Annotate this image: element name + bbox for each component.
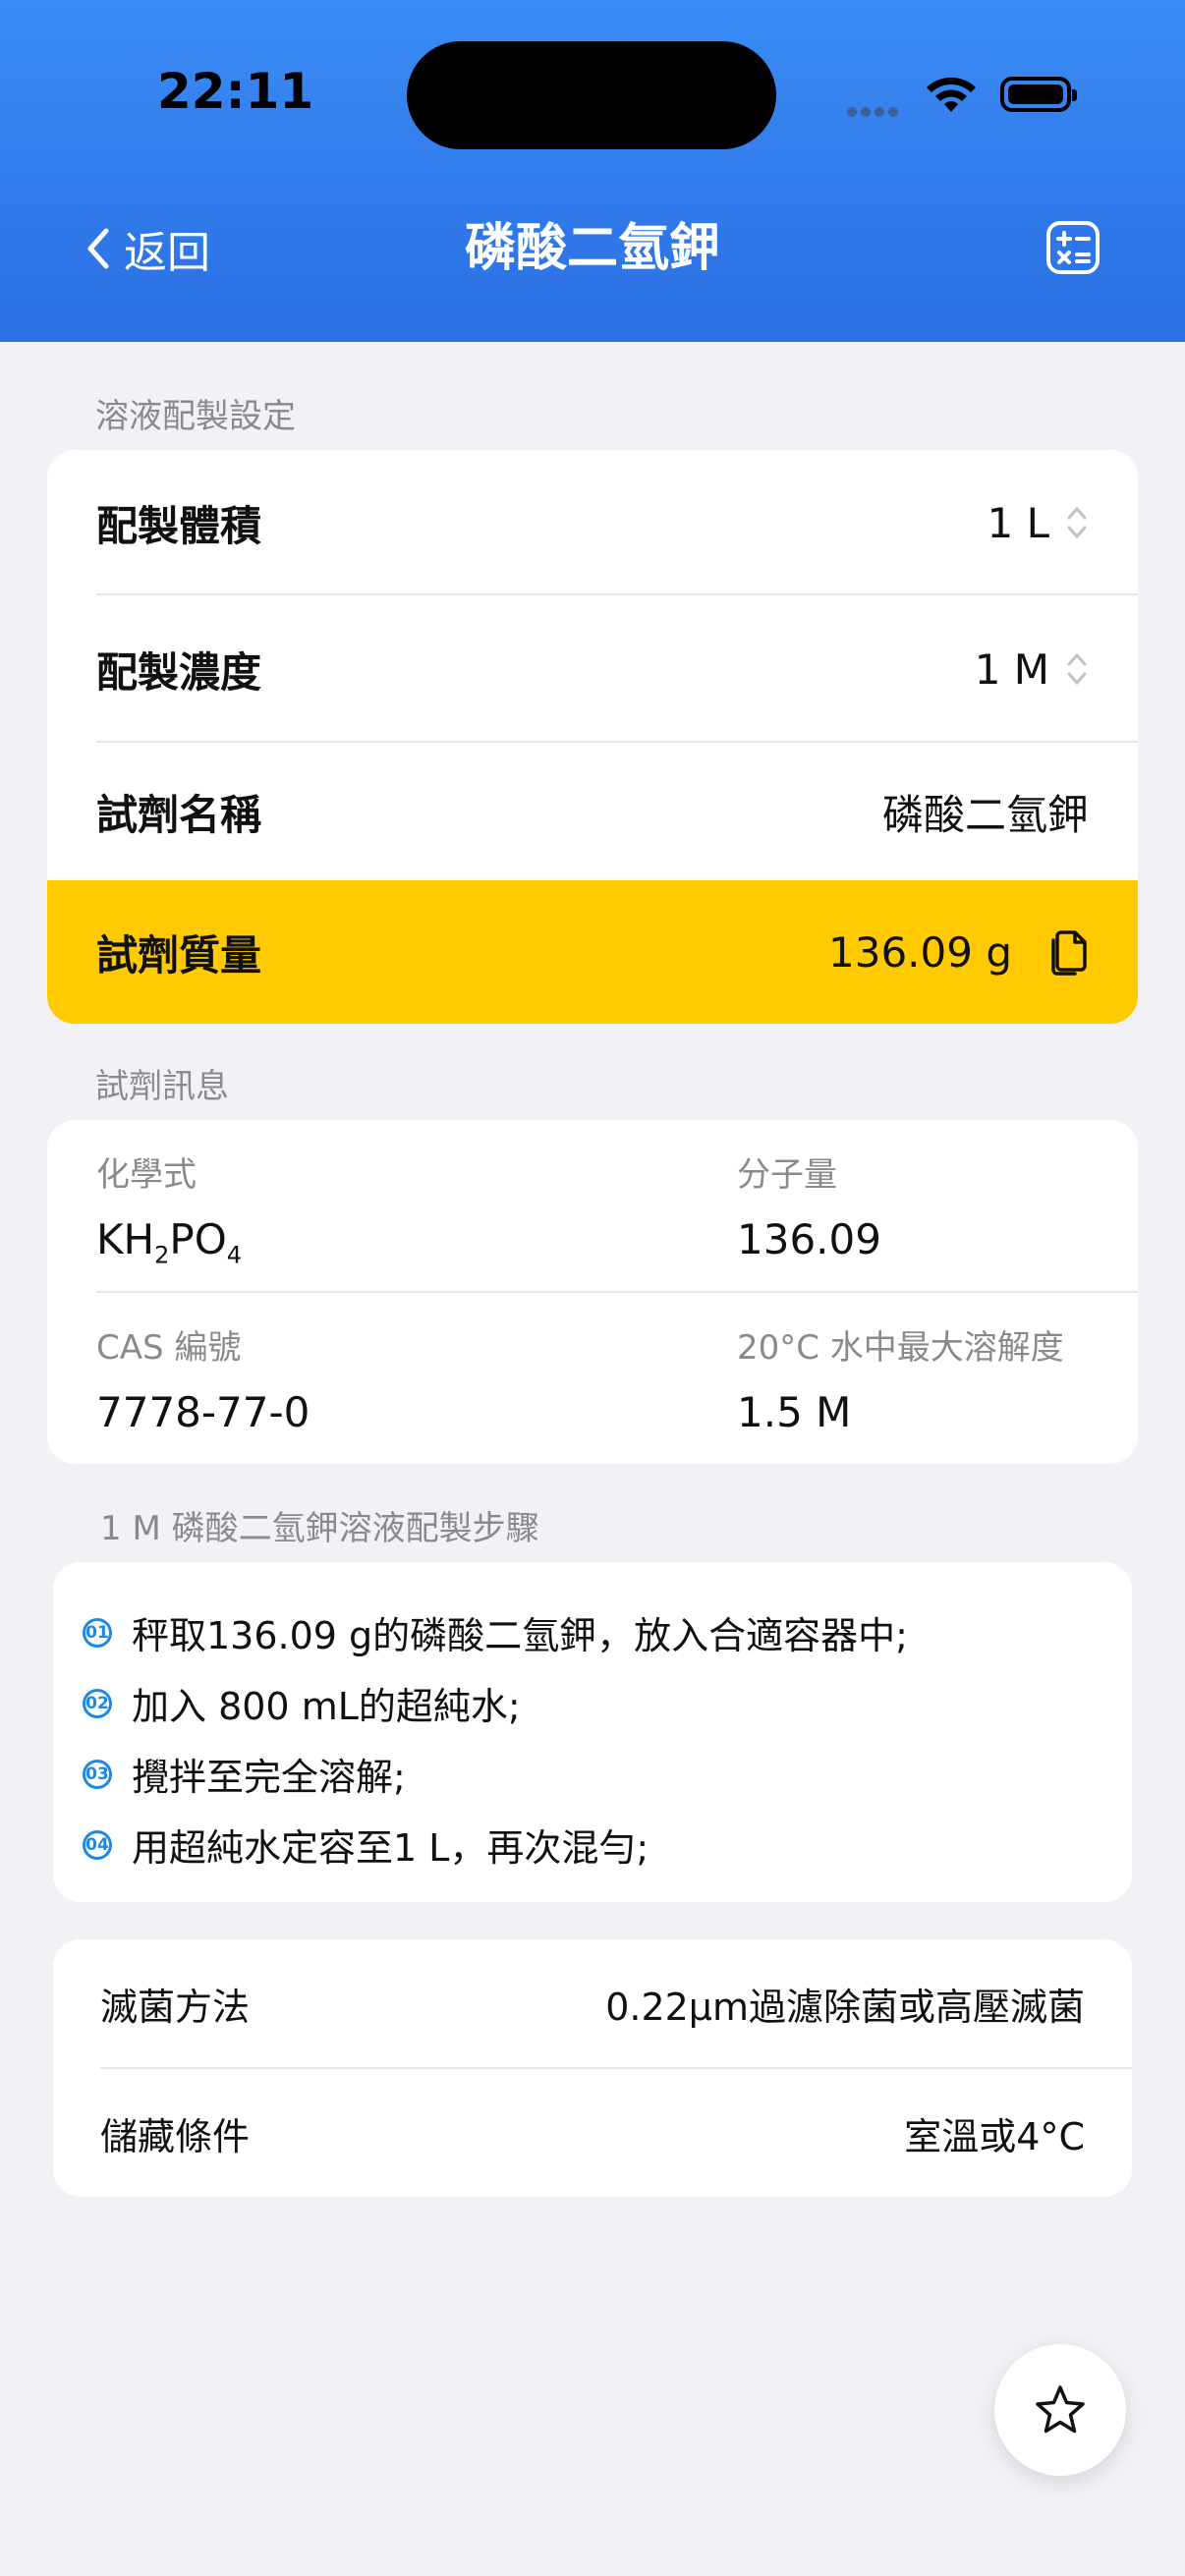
storage-value: 室溫或4°C	[904, 2114, 1085, 2158]
step-number-icon: 03	[83, 1759, 112, 1789]
volume-label: 配製體積	[96, 501, 262, 550]
solubility-value: 1.5 M	[737, 1388, 852, 1436]
reagent-name-row: 試劑名稱 磷酸二氫鉀	[47, 743, 1138, 880]
mass-value: 136.09 g	[828, 927, 1012, 977]
formula-value: KH2PO4	[96, 1215, 243, 1269]
page-title: 磷酸二氫鉀	[464, 219, 720, 278]
status-time: 22:11	[157, 63, 314, 120]
sterilization-value: 0.22μm過濾除菌或高壓滅菌	[605, 1985, 1085, 2029]
solubility-label: 20°C 水中最大溶解度	[737, 1328, 1064, 1368]
storage-label: 儲藏條件	[100, 2114, 251, 2158]
wifi-icon	[927, 77, 976, 112]
signal-icon	[847, 102, 902, 121]
settings-card: 配製體積 1 L 配製濃度 1 M 試劑名稱 磷酸二氫鉀 試劑質量 136.09…	[47, 450, 1138, 1024]
step-item: 01 秤取136.09 g的磷酸二氫鉀，放入合適容器中;	[83, 1605, 908, 1659]
mw-label: 分子量	[737, 1155, 837, 1195]
storage-row: 儲藏條件 室溫或4°C	[53, 2069, 1132, 2197]
step-number-icon: 01	[83, 1617, 112, 1648]
storage-card: 滅菌方法 0.22μm過濾除菌或高壓滅菌 儲藏條件 室溫或4°C	[53, 1939, 1132, 2197]
concentration-label: 配製濃度	[96, 647, 262, 697]
star-icon	[1036, 2385, 1085, 2434]
volume-row[interactable]: 配製體積 1 L	[47, 450, 1138, 595]
calculator-icon[interactable]	[1045, 220, 1100, 275]
step-text: 加入 800 mL的超純水;	[132, 1685, 521, 1728]
battery-icon	[1000, 77, 1077, 112]
up-down-chevron-icon	[1067, 506, 1087, 539]
dynamic-island	[407, 41, 776, 149]
mw-cell: 分子量 136.09	[737, 1148, 881, 1263]
step-text: 用超純水定容至1 L，再次混勻;	[132, 1826, 649, 1870]
cas-value: 7778-77-0	[96, 1388, 310, 1436]
concentration-row[interactable]: 配製濃度 1 M	[47, 595, 1138, 743]
step-item: 03 攪拌至完全溶解;	[83, 1747, 406, 1801]
cas-label: CAS 編號	[96, 1328, 242, 1368]
formula-cell: 化學式 KH2PO4	[96, 1148, 242, 1268]
steps-card: 01 秤取136.09 g的磷酸二氫鉀，放入合適容器中; 02 加入 800 m…	[53, 1562, 1132, 1902]
step-text: 秤取136.09 g的磷酸二氫鉀，放入合適容器中;	[132, 1614, 908, 1657]
sterilization-row: 滅菌方法 0.22μm過濾除菌或高壓滅菌	[53, 1939, 1132, 2067]
mass-row: 試劑質量 136.09 g	[47, 880, 1138, 1024]
step-number-icon: 02	[83, 1688, 112, 1718]
step-item: 02 加入 800 mL的超純水;	[83, 1676, 521, 1730]
volume-value: 1 L	[987, 498, 1049, 547]
solubility-cell: 20°C 水中最大溶解度 1.5 M	[737, 1320, 1064, 1436]
formula-label: 化學式	[96, 1155, 197, 1195]
reagent-name-label: 試劑名稱	[96, 790, 262, 839]
header: 22:11 返回 磷酸二氫鉀	[0, 0, 1185, 342]
mass-label: 試劑質量	[96, 930, 262, 980]
up-down-chevron-icon	[1067, 652, 1087, 686]
divider	[96, 1291, 1138, 1293]
step-number-icon: 04	[83, 1829, 112, 1860]
steps-section-label: 1 M 磷酸二氫鉀溶液配製步驟	[100, 1509, 539, 1548]
sterilization-label: 滅菌方法	[100, 1985, 251, 2029]
favorite-button[interactable]	[994, 2344, 1126, 2476]
cas-cell: CAS 編號 7778-77-0	[96, 1320, 310, 1436]
reagent-name-value: 磷酸二氫鉀	[881, 790, 1089, 839]
settings-section-label: 溶液配製設定	[95, 397, 296, 436]
info-section-label: 試劑訊息	[95, 1067, 229, 1106]
mw-value: 136.09	[737, 1215, 881, 1263]
info-card: 化學式 KH2PO4 分子量 136.09 CAS 編號 7778-77-0 2…	[47, 1120, 1138, 1464]
step-text: 攪拌至完全溶解;	[132, 1756, 406, 1799]
step-item: 04 用超純水定容至1 L，再次混勻;	[83, 1818, 649, 1872]
copy-icon[interactable]	[1047, 928, 1089, 976]
concentration-value: 1 M	[974, 644, 1049, 694]
